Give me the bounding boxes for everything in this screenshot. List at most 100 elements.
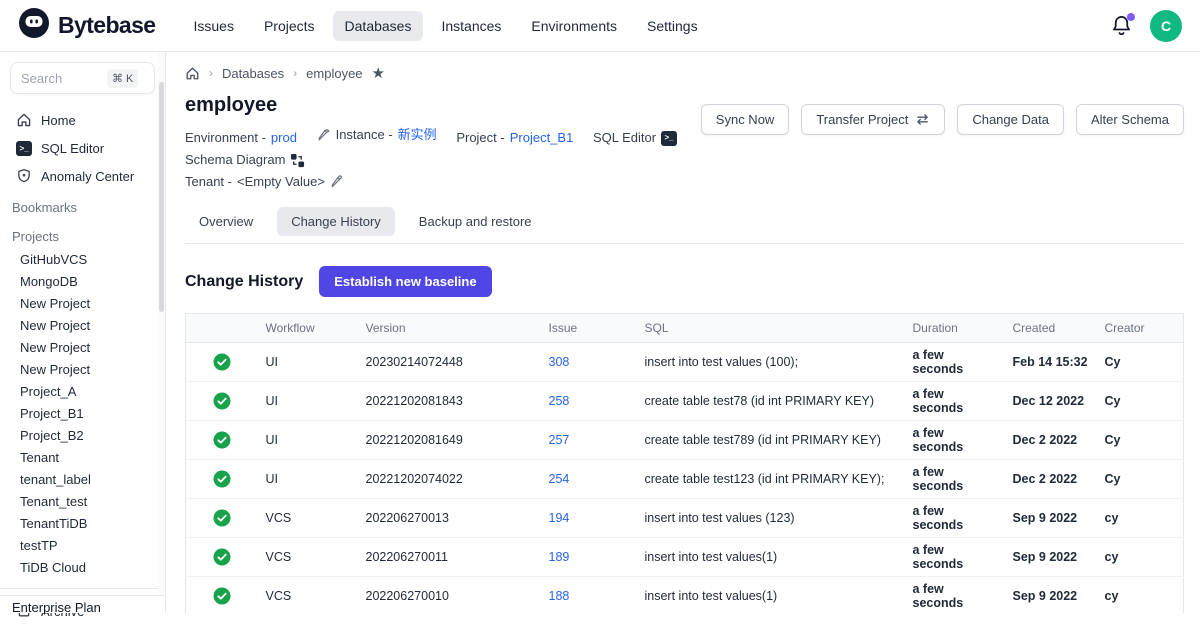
version-cell: 202206270011 [358,538,541,577]
project-link[interactable]: Project_B1 [510,127,574,149]
bytebase-logo[interactable]: Bytebase [18,7,155,44]
favorite-star-icon[interactable]: ★ [372,64,385,82]
creator-cell: Cy [1097,421,1184,460]
tab-backup-and-restore[interactable]: Backup and restore [405,207,546,236]
transfer-project-button[interactable]: Transfer Project [801,104,945,135]
sidebar-project-project-b2[interactable]: Project_B2 [0,424,165,446]
instance-link[interactable]: 新实例 [398,124,437,146]
chevron-right-icon: › [209,66,213,80]
sidebar-project-tenant-label[interactable]: tenant_label [0,468,165,490]
success-check-icon [213,587,231,605]
schema-diagram-shortcut[interactable]: Schema Diagram [185,149,305,171]
status-cell [186,421,258,460]
sql-cell: create table test789 (id int PRIMARY KEY… [637,421,905,460]
nav-item-instances[interactable]: Instances [429,11,513,41]
issue-cell: 258 [541,382,637,421]
sidebar-scrollbar[interactable] [158,52,165,595]
success-check-icon [213,431,231,449]
sidebar-project-project-a[interactable]: Project_A [0,380,165,402]
sidebar-project-tenant-test[interactable]: Tenant_test [0,490,165,512]
history-row[interactable]: VCS 202206270011 189 insert into test va… [186,538,1184,577]
issue-link[interactable]: 194 [549,511,570,525]
workflow-cell: VCS [258,538,358,577]
issue-cell: 257 [541,421,637,460]
history-row[interactable]: UI 20221202081649 257 create table test7… [186,421,1184,460]
terminal-icon: >_ [661,131,677,146]
sidebar-project-mongodb[interactable]: MongoDB [0,270,165,292]
status-cell [186,538,258,577]
pen-nib-icon [317,128,331,142]
edit-pencil-icon[interactable] [330,175,344,189]
status-cell [186,499,258,538]
creator-cell: cy [1097,499,1184,538]
sidebar-scrollbar-thumb[interactable] [159,82,164,312]
breadcrumb-databases[interactable]: Databases [222,66,284,81]
issue-link[interactable]: 258 [549,394,570,408]
table-header-row: WorkflowVersionIssueSQLDurationCreatedCr… [186,314,1184,343]
sidebar-project-githubvcs[interactable]: GitHubVCS [0,248,165,270]
environment-link[interactable]: prod [271,127,297,149]
history-row[interactable]: VCS 202206270010 188 insert into test va… [186,577,1184,614]
issue-link[interactable]: 254 [549,472,570,486]
issue-link[interactable]: 308 [549,355,570,369]
history-row[interactable]: UI 20221202081843 258 create table test7… [186,382,1184,421]
search-box[interactable]: ⌘ K [10,62,155,94]
sidebar-item-label: Anomaly Center [41,169,134,184]
creator-cell: Cy [1097,382,1184,421]
sidebar-item-anomaly-center[interactable]: Anomaly Center [0,162,165,190]
creator-cell: Cy [1097,343,1184,382]
sidebar-project-new-project[interactable]: New Project [0,358,165,380]
establish-baseline-button[interactable]: Establish new baseline [319,266,491,297]
change-history-table: WorkflowVersionIssueSQLDurationCreatedCr… [185,313,1184,613]
nav-item-settings[interactable]: Settings [635,11,710,41]
nav-item-environments[interactable]: Environments [519,11,629,41]
search-input[interactable] [21,71,107,86]
duration-cell: a few seconds [905,382,1005,421]
sidebar-project-tidb-cloud[interactable]: TiDB Cloud [0,556,165,578]
notifications-button[interactable] [1110,14,1134,38]
schema-diagram-label: Schema Diagram [185,149,285,171]
nav-item-issues[interactable]: Issues [181,11,245,41]
user-avatar[interactable]: C [1150,10,1182,42]
alter-schema-button[interactable]: Alter Schema [1076,104,1184,135]
projects-section-label: Projects [0,219,165,248]
change-history-heading: Change History [185,273,303,291]
change-data-button[interactable]: Change Data [957,104,1064,135]
history-row[interactable]: VCS 202206270013 194 insert into test va… [186,499,1184,538]
tab-change-history[interactable]: Change History [277,207,395,236]
nav-item-databases[interactable]: Databases [333,11,424,41]
sidebar-project-new-project[interactable]: New Project [0,336,165,358]
workflow-cell: VCS [258,577,358,614]
workflow-cell: UI [258,343,358,382]
status-cell [186,460,258,499]
sidebar-item-home[interactable]: Home [0,106,165,134]
sidebar-project-tenanttidb[interactable]: TenantTiDB [0,512,165,534]
created-cell: Sep 9 2022 [1005,538,1097,577]
issue-link[interactable]: 188 [549,589,570,603]
history-row[interactable]: UI 20230214072448 308 insert into test v… [186,343,1184,382]
breadcrumb-employee[interactable]: employee [306,66,362,81]
sidebar-project-new-project[interactable]: New Project [0,314,165,336]
tab-overview[interactable]: Overview [185,207,267,236]
main-nav: IssuesProjectsDatabasesInstancesEnvironm… [181,11,709,41]
sql-editor-shortcut[interactable]: SQL Editor >_ [593,127,677,149]
sync-now-button[interactable]: Sync Now [701,104,790,135]
history-row[interactable]: UI 20221202074022 254 create table test1… [186,460,1184,499]
version-cell: 20221202081843 [358,382,541,421]
home-icon[interactable] [185,66,200,81]
column-header-status [186,314,258,343]
projects-list: GitHubVCSMongoDBNew ProjectNew ProjectNe… [0,248,165,578]
creator-cell: Cy [1097,460,1184,499]
status-cell [186,343,258,382]
plan-label: Enterprise Plan [0,595,165,613]
version-cell: 202206270013 [358,499,541,538]
issue-link[interactable]: 189 [549,550,570,564]
sidebar-project-tenant[interactable]: Tenant [0,446,165,468]
nav-item-projects[interactable]: Projects [252,11,327,41]
sidebar-project-testtp[interactable]: testTP [0,534,165,556]
sidebar-project-new-project[interactable]: New Project [0,292,165,314]
sidebar-item-sql-editor[interactable]: >_ SQL Editor [0,134,165,162]
issue-link[interactable]: 257 [549,433,570,447]
issue-cell: 189 [541,538,637,577]
sidebar-project-project-b1[interactable]: Project_B1 [0,402,165,424]
